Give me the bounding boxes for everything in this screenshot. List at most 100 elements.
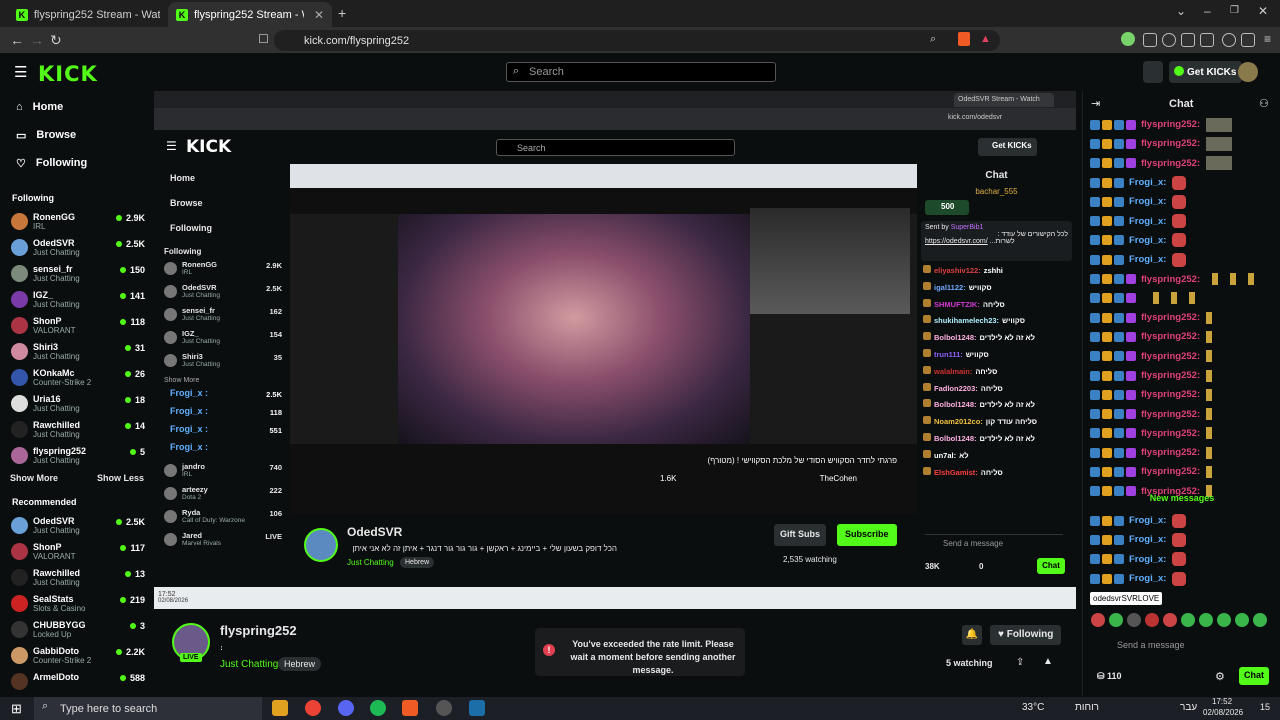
- chat-username[interactable]: flyspring252:: [1141, 409, 1200, 420]
- emote-picker-icon[interactable]: [1127, 613, 1141, 627]
- chat-message[interactable]: flyspring252:: [1083, 154, 1280, 173]
- chat-message[interactable]: [1083, 289, 1280, 308]
- chat-message[interactable]: Frogi_x:: [1083, 569, 1280, 588]
- chat-message[interactable]: flyspring252:: [1083, 308, 1280, 327]
- chat-username[interactable]: flyspring252:: [1141, 158, 1200, 169]
- emote-picker-icon[interactable]: [1145, 613, 1159, 627]
- chat-message[interactable]: flyspring252:: [1083, 462, 1280, 481]
- send-message-input[interactable]: Send a message: [1091, 637, 1273, 655]
- chat-username[interactable]: flyspring252:: [1141, 428, 1200, 439]
- nav-browse[interactable]: ▭ Browse: [0, 121, 154, 149]
- notification-bell-icon[interactable]: 🔔: [962, 625, 982, 645]
- chat-message[interactable]: Frogi_x:: [1083, 231, 1280, 250]
- chat-username[interactable]: flyspring252:: [1141, 274, 1200, 285]
- nav-home[interactable]: ⌂ Home: [0, 93, 154, 121]
- show-more-link[interactable]: Show More: [10, 473, 58, 483]
- emote-picker-icon[interactable]: [1181, 613, 1195, 627]
- sidebar-channel-item[interactable]: ShonP VALORANT 117: [0, 539, 154, 565]
- search-input[interactable]: ⌕ Search: [506, 62, 776, 82]
- chat-message[interactable]: flyspring252:: [1083, 385, 1280, 404]
- chat-username[interactable]: Frogi_x:: [1129, 196, 1166, 207]
- minimize-icon[interactable]: –: [1204, 4, 1211, 18]
- vpn-icon[interactable]: [1222, 33, 1236, 47]
- music-icon[interactable]: [1162, 33, 1176, 47]
- sidebar-icon[interactable]: [1181, 33, 1195, 47]
- clock-time[interactable]: 17:52: [1212, 697, 1232, 706]
- kick-logo[interactable]: KICK: [38, 62, 98, 86]
- notification-count[interactable]: 15: [1260, 702, 1270, 712]
- stream-tag[interactable]: Hebrew: [278, 657, 322, 671]
- language-indicator[interactable]: עבר: [1180, 702, 1197, 713]
- following-button[interactable]: ♥ Following: [990, 625, 1062, 645]
- chat-username[interactable]: flyspring252:: [1141, 370, 1200, 381]
- emote-picker-icon[interactable]: [1253, 613, 1267, 627]
- chat-message[interactable]: flyspring252:: [1083, 327, 1280, 346]
- close-window-icon[interactable]: ✕: [1258, 4, 1268, 18]
- chat-message[interactable]: flyspring252:: [1083, 134, 1280, 153]
- emote-picker-icon[interactable]: [1163, 613, 1177, 627]
- stream-category[interactable]: Just Chatting: [220, 659, 278, 670]
- sidebar-channel-item[interactable]: Rawchilled Just Chatting 14: [0, 417, 154, 443]
- sidebar-channel-item[interactable]: RonenGG IRL 2.9K: [0, 209, 154, 235]
- maximize-icon[interactable]: ❐: [1230, 5, 1239, 16]
- chat-username[interactable]: flyspring252:: [1141, 331, 1200, 342]
- chat-message[interactable]: flyspring252:: [1083, 443, 1280, 462]
- hamburger-icon[interactable]: ☰: [14, 63, 27, 81]
- chat-message[interactable]: flyspring252:: [1083, 347, 1280, 366]
- forward-icon[interactable]: →: [30, 32, 44, 48]
- chat-username[interactable]: flyspring252:: [1141, 312, 1200, 323]
- emote-picker-icon[interactable]: [1199, 613, 1213, 627]
- chrome-icon[interactable]: [305, 700, 321, 716]
- extension-green-icon[interactable]: [1121, 32, 1135, 46]
- sidebar-channel-item[interactable]: IGZ_ Just Chatting 141: [0, 287, 154, 313]
- chat-username[interactable]: Frogi_x:: [1129, 515, 1166, 526]
- sidebar-channel-item[interactable]: Shiri3 Just Chatting 31: [0, 339, 154, 365]
- show-less-link[interactable]: Show Less: [97, 473, 144, 483]
- share-icon[interactable]: ⇪: [1016, 657, 1024, 668]
- menu-icon[interactable]: ≡: [1264, 32, 1271, 46]
- sidebar-channel-item[interactable]: SealStats Slots & Casino 219: [0, 591, 154, 617]
- chat-message[interactable]: Frogi_x:: [1083, 530, 1280, 549]
- brave-shield-icon[interactable]: [958, 32, 970, 46]
- chat-users-icon[interactable]: ⚇: [1259, 97, 1269, 110]
- bookmark-icon[interactable]: ☐: [258, 32, 269, 46]
- sidebar-channel-item[interactable]: Rawchilled Just Chatting 13: [0, 565, 154, 591]
- channel-name[interactable]: flyspring252: [220, 623, 297, 638]
- brave-rewards-icon[interactable]: ▲: [980, 33, 991, 45]
- kicks-balance[interactable]: ⛁ 110: [1097, 671, 1122, 682]
- chat-message[interactable]: Frogi_x:: [1083, 173, 1280, 192]
- emote-picker-icon[interactable]: [1091, 613, 1105, 627]
- chat-message[interactable]: Frogi_x:: [1083, 511, 1280, 530]
- chat-message[interactable]: Frogi_x:: [1083, 192, 1280, 211]
- emote-picker-icon[interactable]: [1217, 613, 1231, 627]
- chat-username[interactable]: flyspring252:: [1141, 466, 1200, 477]
- file-explorer-icon[interactable]: [272, 700, 288, 716]
- collapse-chat-icon[interactable]: ⇥: [1091, 97, 1100, 110]
- url-input[interactable]: kick.com/flyspring252: [274, 30, 1000, 51]
- zoom-icon[interactable]: ⌕: [930, 33, 936, 46]
- taskbar-search-input[interactable]: ⌕ Type here to search: [34, 697, 262, 720]
- chat-username[interactable]: Frogi_x:: [1129, 534, 1166, 545]
- chat-username[interactable]: Frogi_x:: [1129, 554, 1166, 565]
- obs-icon[interactable]: [436, 700, 452, 716]
- weather-temp[interactable]: 33°C: [1022, 702, 1044, 713]
- emote-picker-icon[interactable]: [1235, 613, 1249, 627]
- steam-icon[interactable]: [469, 700, 485, 716]
- close-tab-icon[interactable]: ✕: [314, 8, 324, 22]
- brave-icon[interactable]: [402, 700, 418, 716]
- chat-username[interactable]: flyspring252:: [1141, 138, 1200, 149]
- clock-date[interactable]: 02/08/2026: [1203, 708, 1243, 717]
- chat-message[interactable]: Frogi_x:: [1083, 211, 1280, 230]
- chat-username[interactable]: Frogi_x:: [1129, 254, 1166, 265]
- avatar[interactable]: [1238, 62, 1258, 82]
- browser-tab-2[interactable]: K flyspring252 Stream - Watch ✕: [168, 2, 332, 27]
- sidebar-channel-item[interactable]: ShonP VALORANT 118: [0, 313, 154, 339]
- new-tab-icon[interactable]: +: [338, 5, 346, 21]
- chat-username[interactable]: flyspring252:: [1141, 351, 1200, 362]
- leo-icon[interactable]: [1241, 33, 1255, 47]
- chat-message[interactable]: flyspring252:: [1083, 424, 1280, 443]
- chat-message[interactable]: Frogi_x:: [1083, 250, 1280, 269]
- sidebar-channel-item[interactable]: flyspring252 Just Chatting 5: [0, 443, 154, 469]
- discord-icon[interactable]: [338, 700, 354, 716]
- chat-username[interactable]: Frogi_x:: [1129, 177, 1166, 188]
